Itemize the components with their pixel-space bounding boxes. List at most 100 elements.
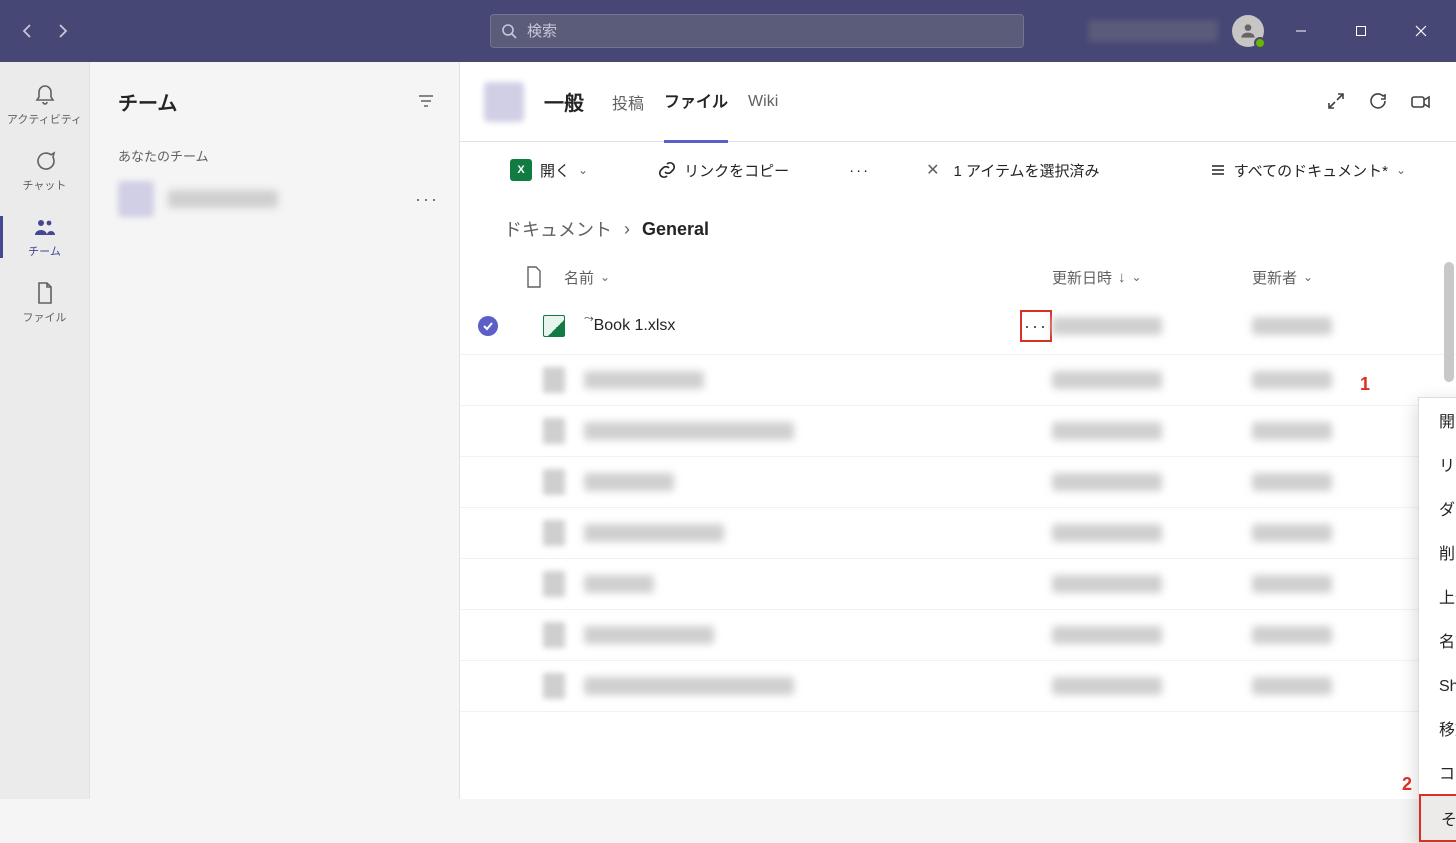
annotation-2: 2 (1402, 774, 1412, 795)
toolbar-open-label: 開く (540, 160, 570, 181)
refresh-icon[interactable] (1368, 91, 1388, 113)
modified-redacted (1052, 317, 1162, 335)
ctx-download[interactable]: ダウンロード (1419, 486, 1456, 530)
col-name-label[interactable]: 名前 (564, 267, 594, 288)
filetype-icon-redacted (543, 418, 565, 444)
meet-icon[interactable] (1410, 91, 1432, 113)
your-teams-label: あなたのチーム (90, 140, 459, 173)
modifiedby-redacted (1252, 371, 1332, 389)
toolbar-alldocs-label: すべてのドキュメント* (1234, 160, 1388, 181)
filetype-header-icon[interactable] (525, 266, 543, 288)
file-name-redacted (584, 626, 714, 644)
col-modified-label[interactable]: 更新日時 (1052, 267, 1112, 288)
toolbar-open-button[interactable]: X 開く ⌄ (500, 155, 598, 185)
rail-activity-label: アクティビティ (7, 111, 82, 127)
channel-header: 一般 投稿 ファイル Wiki (460, 62, 1456, 142)
filetype-icon-redacted (543, 469, 565, 495)
expand-icon[interactable] (1326, 91, 1346, 113)
team-row[interactable]: ··· (90, 173, 459, 225)
rail-files[interactable]: ファイル (0, 270, 90, 336)
sort-desc-icon: ↓ (1118, 269, 1126, 286)
avatar[interactable] (1232, 15, 1264, 47)
tab-wiki[interactable]: Wiki (748, 93, 778, 139)
search-box[interactable] (490, 14, 1024, 48)
breadcrumb-root[interactable]: ドキュメント (504, 216, 612, 242)
file-name[interactable]: Book 1.xlsx (594, 317, 676, 334)
toolbar-clear-selection[interactable]: ✕ 1 アイテムを選択済み (916, 156, 1109, 185)
ctx-pin[interactable]: 上部に固定 (1419, 574, 1456, 618)
window-minimize-button[interactable] (1278, 15, 1324, 47)
chevron-down-icon: ⌄ (1396, 163, 1406, 177)
file-name-redacted (584, 524, 724, 542)
close-icon: ✕ (926, 160, 939, 180)
tab-posts[interactable]: 投稿 (612, 90, 644, 142)
breadcrumb: ドキュメント › General (460, 198, 1456, 256)
toolbar-copylink-label: リンクをコピー (684, 160, 789, 181)
modifiedby-redacted (1252, 473, 1332, 491)
teams-icon (33, 215, 57, 239)
team-name-redacted (168, 190, 278, 208)
file-row[interactable] (460, 406, 1456, 457)
chevron-down-icon: ⌄ (578, 163, 588, 177)
ctx-move-label: 移動 (1439, 716, 1456, 740)
ctx-more-label: その他 (1441, 806, 1456, 830)
filetype-icon-redacted (543, 367, 565, 393)
ctx-rename[interactable]: 名前の変更 (1419, 618, 1456, 662)
scrollbar[interactable] (1444, 262, 1454, 382)
modified-redacted (1052, 626, 1162, 644)
col-modifiedby-label[interactable]: 更新者 (1252, 267, 1297, 288)
file-name-redacted (584, 422, 794, 440)
file-row[interactable] (460, 508, 1456, 559)
window-maximize-button[interactable] (1338, 15, 1384, 47)
ctx-open[interactable]: 開く› (1419, 398, 1456, 442)
ctx-move[interactable]: 移動 (1419, 706, 1456, 750)
team-avatar-redacted (118, 181, 154, 217)
teams-pane-title: チーム (118, 87, 177, 116)
nav-back-icon[interactable] (20, 23, 36, 39)
toolbar-view-switch[interactable]: すべてのドキュメント* ⌄ (1200, 156, 1416, 185)
file-row[interactable] (460, 559, 1456, 610)
titlebar (0, 0, 1456, 62)
chat-icon (33, 149, 57, 173)
ctx-delete-label: 削除 (1439, 540, 1456, 564)
modifiedby-redacted (1252, 677, 1332, 695)
window-close-button[interactable] (1398, 15, 1444, 47)
search-icon (501, 23, 517, 39)
ctx-more[interactable]: その他› (1419, 794, 1456, 842)
file-icon (33, 281, 57, 305)
file-row[interactable] (460, 661, 1456, 712)
file-row[interactable] (460, 610, 1456, 661)
ctx-copylink[interactable]: リンクをコピー (1419, 442, 1456, 486)
modified-redacted (1052, 575, 1162, 593)
team-more-icon[interactable]: ··· (415, 189, 439, 210)
ctx-sharepoint-label: SharePoint で開く (1439, 672, 1456, 696)
ctx-delete[interactable]: 削除 (1419, 530, 1456, 574)
toolbar-overflow-button[interactable]: ··· (839, 158, 880, 183)
excel-icon: X (510, 159, 532, 181)
file-row-more-button[interactable]: ··· (1020, 310, 1052, 342)
rail-teams-label: チーム (28, 243, 61, 259)
rail-activity[interactable]: アクティビティ (0, 72, 90, 138)
context-menu: 開く› リンクをコピー ダウンロード 削除 上部に固定 名前の変更 ShareP… (1418, 397, 1456, 843)
rail-chat[interactable]: チャット (0, 138, 90, 204)
ctx-copy[interactable]: コピー (1419, 750, 1456, 794)
tab-files[interactable]: ファイル (664, 88, 728, 143)
toolbar-selection-label: 1 アイテムを選択済み (954, 160, 1100, 181)
rail-teams[interactable]: チーム (0, 204, 90, 270)
file-row[interactable] (460, 457, 1456, 508)
bell-icon (33, 83, 57, 107)
ctx-sharepoint[interactable]: SharePoint で開く (1419, 662, 1456, 706)
account-name-redacted (1088, 20, 1218, 42)
nav-forward-icon[interactable] (54, 23, 70, 39)
search-input[interactable] (527, 23, 1013, 40)
modifiedby-redacted (1252, 575, 1332, 593)
xlsx-icon (543, 315, 565, 337)
file-row[interactable] (460, 355, 1456, 406)
selected-check-icon[interactable] (478, 316, 498, 336)
filter-icon[interactable] (417, 92, 435, 110)
presence-available-icon (1254, 37, 1266, 49)
chevron-right-icon: › (624, 219, 630, 240)
toolbar-copylink-button[interactable]: リンクをコピー (648, 156, 799, 185)
modifiedby-redacted (1252, 317, 1332, 335)
file-row-selected[interactable]: ⤳Book 1.xlsx ··· (460, 298, 1456, 355)
